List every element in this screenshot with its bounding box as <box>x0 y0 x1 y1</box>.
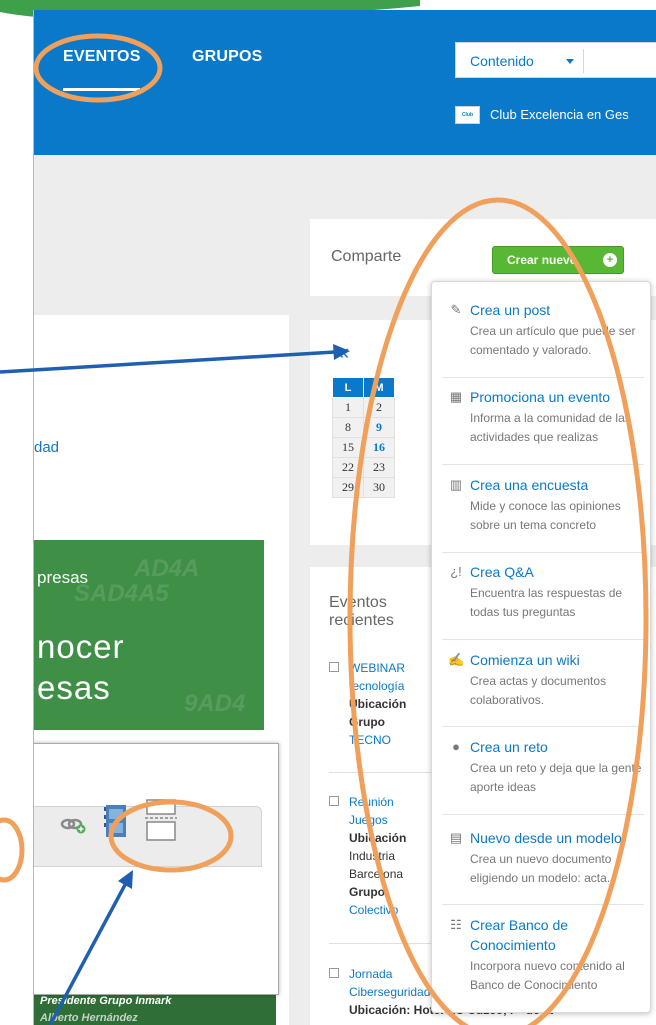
calendar-day: 8 <box>332 417 364 438</box>
calendar-grid: L M 12 89 15 16 22 23 29 30 <box>332 377 395 498</box>
create-new-button[interactable]: Crear nuevo + <box>492 246 624 274</box>
menu-item-title: Crea una encuesta <box>470 477 589 493</box>
calendar-day: 15 <box>332 437 364 458</box>
calendar-day-with-event[interactable]: 9 <box>363 417 395 438</box>
tab-eventos[interactable]: EVENTOS <box>63 48 141 66</box>
promo-banner-footer: Presidente Grupo Inmark Alberto Hernánde… <box>34 995 276 1025</box>
menu-item-title: Crear Banco de Conocimiento <box>470 917 569 953</box>
community-logo: Club <box>455 106 480 124</box>
banner-watermark: AD4A <box>134 555 200 582</box>
tab-grupos[interactable]: GRUPOS <box>192 48 263 66</box>
menu-item-description: Mide y conoce las opiniones sobre un tem… <box>470 499 621 532</box>
promo-banner[interactable]: AD4A SAD4A5 9AD4 presas nocer esas <box>34 540 264 730</box>
outer-background <box>0 0 33 1025</box>
editor-area[interactable] <box>34 866 262 994</box>
search-input[interactable] <box>585 42 656 78</box>
screenshot-frame: EVENTOS GRUPOS Contenido Club Club Excel… <box>33 10 656 1025</box>
comparte-label: Comparte <box>331 248 402 265</box>
insert-link-icon[interactable] <box>60 814 86 834</box>
menu-item-description: Crea un reto y deja que la gente aporte … <box>470 761 642 794</box>
menu-item-title: Comienza un wiki <box>470 652 580 668</box>
top-header: EVENTOS GRUPOS Contenido Club Club Excel… <box>34 10 656 155</box>
lightbulb-icon: ● <box>452 739 460 754</box>
template-icon: ▤ <box>449 830 463 845</box>
editor-toolbar-inset <box>34 743 279 995</box>
calendar-day: 1 <box>332 397 364 418</box>
pencil-icon: ✎ <box>450 302 462 317</box>
calendar-prev-button[interactable]: « <box>337 339 349 365</box>
calendar-day: 30 <box>363 477 395 498</box>
plus-icon: + <box>603 253 617 267</box>
search-scope-label: Contenido <box>470 53 534 69</box>
menu-divider <box>442 904 644 905</box>
question-icon: ¿! <box>450 564 462 579</box>
menu-item-title: Promociona un evento <box>470 389 611 405</box>
menu-item-description: Crea actas y documentos colaborativos. <box>470 674 607 707</box>
calendar-icon <box>329 662 339 672</box>
active-tab-indicator <box>63 88 140 91</box>
calendar-day: 23 <box>363 457 395 478</box>
menu-divider <box>442 552 644 553</box>
chevron-down-icon <box>566 59 574 64</box>
calendar-icon <box>329 968 339 978</box>
menu-item-description: Encuentra las respuestas de todas tus pr… <box>470 586 623 619</box>
create-new-label: Crear nuevo <box>507 253 578 267</box>
select-divider <box>583 49 584 73</box>
community-name-link[interactable]: Club Excelencia en Ges <box>490 107 629 122</box>
calendar-icon: ▦ <box>449 389 463 404</box>
calendar-icon <box>329 796 339 806</box>
insert-video-icon[interactable] <box>104 803 128 839</box>
content-link-fragment[interactable]: dad <box>34 439 59 456</box>
banner-text-line1: presas <box>37 568 89 587</box>
recent-events-title: Eventos recientes <box>329 594 394 629</box>
menu-item-description: Crea un artículo que puede ser comentado… <box>470 324 636 357</box>
banner-watermark: 9AD4 <box>184 690 246 717</box>
knowledge-icon: ☷ <box>450 917 462 932</box>
calendar-weekday-header: L <box>332 377 364 398</box>
menu-item-title: Crea un reto <box>470 739 548 755</box>
menu-divider <box>442 377 644 378</box>
edit-icon: ✍ <box>448 652 465 667</box>
search-scope-select[interactable]: Contenido <box>455 42 585 78</box>
bar-chart-icon: ▥ <box>449 477 463 492</box>
calendar-day: 2 <box>363 397 395 418</box>
menu-divider <box>442 639 644 640</box>
calendar-day: 22 <box>332 457 364 478</box>
banner-text-line2: nocer <box>37 628 125 665</box>
banner-footer-line1: Presidente Grupo Inmark <box>40 995 172 1007</box>
banner-footer-line2: Alberto Hernández <box>40 1012 138 1024</box>
banner-text-line3: esas <box>37 669 111 706</box>
menu-divider <box>442 814 644 815</box>
menu-item-description: Crea un nuevo documento eligiendo un mod… <box>470 852 617 885</box>
menu-item-description: Incorpora nuevo contenido al Banco de Co… <box>470 959 625 992</box>
insert-layout-icon[interactable] <box>145 798 177 842</box>
menu-item-title: Nuevo desde un modelo <box>470 830 622 846</box>
menu-item-description: Informa a la comunidad de las actividade… <box>470 411 631 444</box>
menu-divider <box>442 726 644 727</box>
calendar-day: 29 <box>332 477 364 498</box>
calendar-day-with-event[interactable]: 16 <box>363 437 395 458</box>
create-new-dropdown-menu: ✎ Crea un post Crea un artículo que pued… <box>431 281 651 1013</box>
banner-watermark: SAD4A5 <box>74 580 169 607</box>
calendar-weekday-header: M <box>363 377 395 398</box>
menu-divider <box>442 464 644 465</box>
menu-item-title: Crea un post <box>470 302 551 318</box>
menu-item-title: Crea Q&A <box>470 564 534 580</box>
